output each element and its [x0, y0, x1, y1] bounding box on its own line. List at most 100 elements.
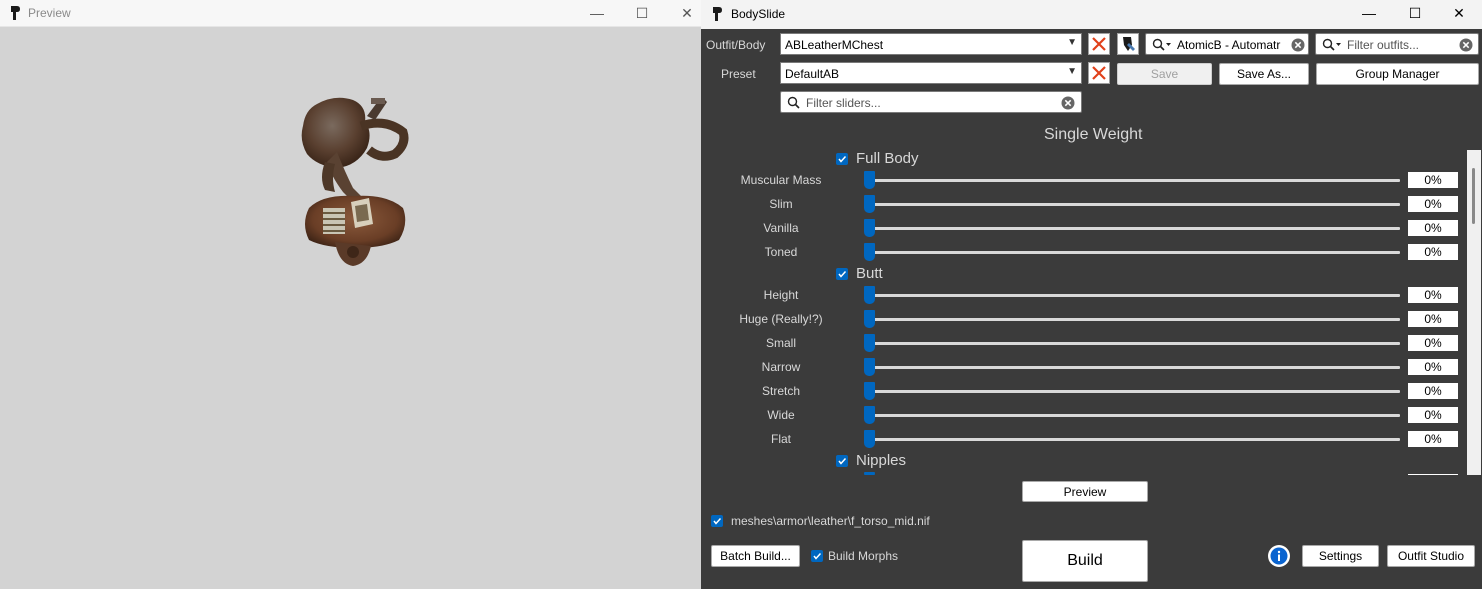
slider-value-field[interactable]: 0% [1408, 220, 1458, 236]
slider-row: Vanilla 0% [701, 216, 1482, 240]
checkmark-icon [838, 155, 847, 163]
outfit-body-value: ABLeatherMChest [785, 38, 884, 52]
butt-checkbox[interactable] [836, 268, 848, 280]
slider-name: Narrow [761, 360, 801, 374]
slider-track[interactable] [869, 390, 1400, 393]
slider-thumb[interactable] [864, 219, 875, 237]
slider-thumb[interactable] [864, 243, 875, 261]
slider-thumb[interactable] [864, 334, 875, 352]
group-filter-value: AtomicB - Automatr [1177, 38, 1281, 52]
preset-value: DefaultAB [785, 67, 840, 81]
slider-value-field[interactable]: 0% [1408, 287, 1458, 303]
preview-title-bar[interactable]: Preview — ☐ ✕ [0, 0, 701, 27]
slider-thumb[interactable] [864, 286, 875, 304]
slider-track[interactable] [869, 342, 1400, 345]
slider-name: Toned [764, 245, 798, 259]
close-icon [1092, 66, 1106, 80]
slider-value-field[interactable]: 0% [1408, 172, 1458, 188]
slider-name: Muscular Mass [740, 173, 822, 187]
preset-label: Preset [721, 67, 756, 81]
slider-value-field[interactable]: 0% [1408, 359, 1458, 375]
slider-thumb[interactable] [864, 310, 875, 328]
nipples-label: Nipples [856, 452, 907, 469]
slider-thumb[interactable] [864, 406, 875, 424]
slider-thumb[interactable] [864, 430, 875, 448]
batch-build-button[interactable]: Batch Build... [711, 545, 800, 567]
slider-value-field[interactable]: 0% [1408, 196, 1458, 212]
slider-row: Toned 0% [701, 240, 1482, 264]
slider-track[interactable] [869, 414, 1400, 417]
slider-name: Huge (Really!?) [739, 312, 823, 326]
clear-search-icon[interactable] [1291, 38, 1305, 52]
save-button[interactable]: Save [1117, 63, 1212, 85]
slider-value-field[interactable]: 0% [1408, 311, 1458, 327]
build-button[interactable]: Build [1022, 540, 1148, 582]
save-as-button[interactable]: Save As... [1219, 63, 1309, 85]
clear-search-icon[interactable] [1459, 38, 1473, 52]
outfit-body-combo[interactable]: ABLeatherMChest ▼ [780, 33, 1082, 55]
slider-row: Small 0% [701, 331, 1482, 355]
preview-minimize-button[interactable]: — [574, 0, 620, 26]
slider-thumb[interactable] [864, 358, 875, 376]
mesh-checkbox[interactable] [711, 515, 723, 527]
scrollbar-thumb[interactable] [1472, 168, 1475, 224]
slider-value-field[interactable]: 0% [1408, 244, 1458, 260]
bodyslide-minimize-button[interactable]: — [1346, 0, 1392, 26]
slider-thumb[interactable] [864, 382, 875, 400]
bodyslide-close-button[interactable]: ✕ [1436, 0, 1482, 26]
clear-search-icon[interactable] [1061, 96, 1075, 110]
slider-value-field[interactable]: 0% [1408, 335, 1458, 351]
build-morphs-checkbox[interactable] [811, 550, 823, 562]
nipples-checkbox[interactable] [836, 455, 848, 467]
armor-model-render[interactable] [295, 92, 415, 272]
bodyslide-title-bar[interactable]: BodySlide — ☐ ✕ [701, 0, 1482, 29]
group-manager-button[interactable]: Group Manager [1316, 63, 1479, 85]
slider-value-field[interactable]: 0% [1408, 383, 1458, 399]
group-header-full-body: Full Body [701, 148, 1482, 170]
group-header-butt: Butt [701, 263, 1482, 285]
bodyslide-maximize-button[interactable]: ☐ [1392, 0, 1438, 26]
slider-track[interactable] [869, 438, 1400, 441]
slider-row: Slim 0% [701, 192, 1482, 216]
slider-track[interactable] [869, 227, 1400, 230]
outfit-filter-input[interactable]: Filter outfits... [1315, 33, 1479, 55]
full-body-checkbox[interactable] [836, 153, 848, 165]
slider-track[interactable] [869, 294, 1400, 297]
slider-value-field[interactable] [1408, 474, 1458, 475]
preview-maximize-button[interactable]: ☐ [619, 0, 665, 26]
group-filter-combo[interactable]: AtomicB - Automatr [1145, 33, 1309, 55]
slider-track[interactable] [869, 203, 1400, 206]
preset-combo[interactable]: DefaultAB ▼ [780, 62, 1082, 84]
close-icon [1092, 37, 1106, 51]
slider-track[interactable] [869, 366, 1400, 369]
pen-icon [1123, 37, 1135, 51]
choose-game-button[interactable] [1117, 33, 1139, 55]
checkmark-icon [838, 457, 847, 465]
slider-value-field[interactable]: 0% [1408, 431, 1458, 447]
slider-filter-input[interactable]: Filter sliders... [780, 91, 1082, 113]
chevron-down-icon: ▼ [1067, 37, 1077, 48]
slider-row: Narrow 0% [701, 355, 1482, 379]
preview-button[interactable]: Preview [1022, 481, 1148, 502]
slider-track[interactable] [869, 318, 1400, 321]
slider-thumb[interactable] [864, 195, 875, 213]
slider-row: Wide 0% [701, 403, 1482, 427]
preview-window-title: Preview [28, 6, 71, 20]
clear-preset-button[interactable] [1088, 62, 1110, 84]
slider-track[interactable] [869, 251, 1400, 254]
search-dropdown-icon [1152, 38, 1171, 51]
settings-button[interactable]: Settings [1302, 545, 1379, 567]
sliders-scrollbar[interactable] [1467, 150, 1481, 475]
outfit-studio-button[interactable]: Outfit Studio [1387, 545, 1475, 567]
slider-name: Stretch [761, 384, 800, 398]
slider-name: Height [763, 288, 799, 302]
clear-outfit-button[interactable] [1088, 33, 1110, 55]
slider-track[interactable] [869, 179, 1400, 182]
search-dropdown-icon [1322, 38, 1341, 51]
slider-thumb[interactable] [864, 472, 875, 475]
preview-window: Preview — ☐ ✕ [0, 0, 701, 589]
slider-value-field[interactable]: 0% [1408, 407, 1458, 423]
chevron-down-icon: ▼ [1067, 66, 1077, 77]
slider-thumb[interactable] [864, 171, 875, 189]
info-button[interactable] [1268, 545, 1290, 567]
